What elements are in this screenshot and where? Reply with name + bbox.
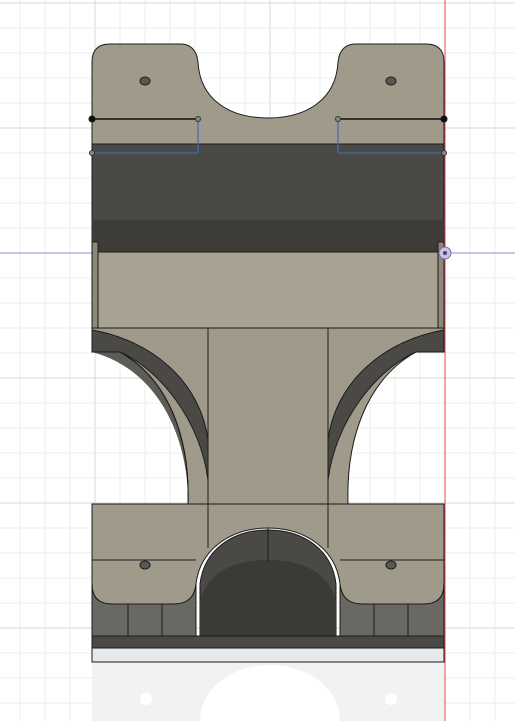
hole-bottom-right (385, 560, 397, 570)
base-strip (91, 647, 445, 663)
sketch-point (441, 150, 447, 156)
sketch-point (335, 116, 341, 122)
hole-bottom-left (139, 560, 151, 570)
sketch-point (195, 116, 201, 122)
hole-top-right (385, 76, 397, 86)
sketch-point (89, 150, 95, 156)
center-stem[interactable] (207, 327, 329, 505)
upper-web-face[interactable] (91, 251, 445, 329)
hole-top-left (139, 76, 151, 86)
model-reflection (92, 662, 444, 721)
top-flange-face[interactable] (91, 43, 445, 145)
canvas[interactable] (0, 0, 515, 721)
sketch-point (440, 115, 448, 123)
base-plate[interactable] (91, 635, 445, 649)
cad-viewport[interactable] (0, 0, 515, 721)
origin-point-icon[interactable] (438, 246, 452, 260)
sketch-point (88, 115, 96, 123)
